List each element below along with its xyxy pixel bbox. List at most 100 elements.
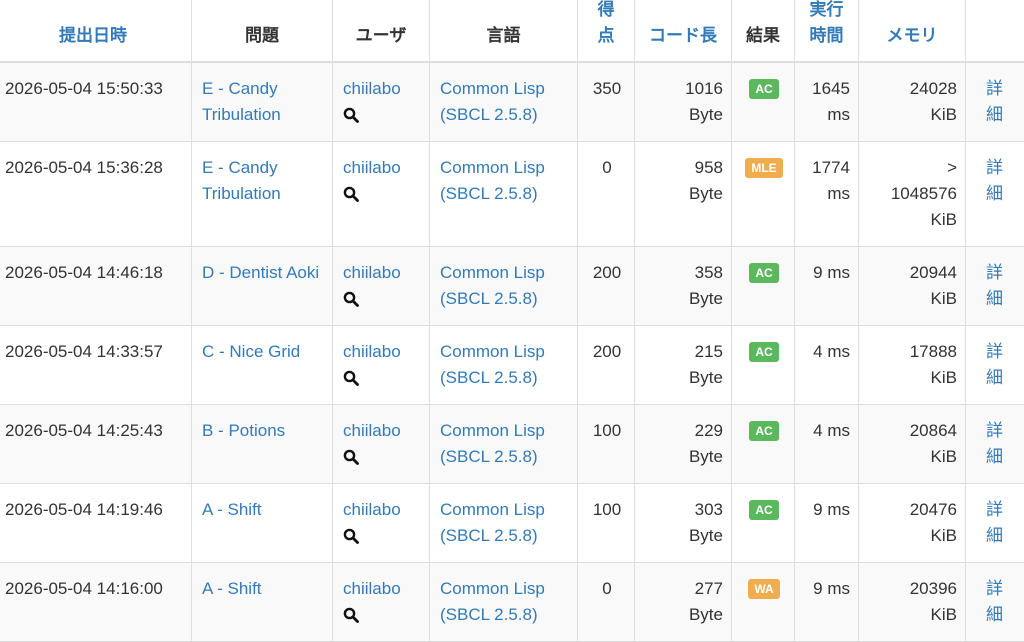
detail-link[interactable]: 詳細 — [986, 579, 1003, 624]
memory-cell: 20944KiB — [859, 247, 966, 326]
search-icon[interactable] — [343, 291, 359, 307]
user-link[interactable]: chiilabo — [343, 79, 401, 98]
search-icon[interactable] — [343, 107, 359, 123]
search-icon[interactable] — [343, 607, 359, 623]
table-row: 2026-05-04 14:19:46 A - Shift chiilabo C… — [0, 484, 1024, 563]
user-link[interactable]: chiilabo — [343, 421, 401, 440]
code-length-cell: 215Byte — [635, 326, 732, 405]
table-row: 2026-05-04 14:46:18 D - Dentist Aoki chi… — [0, 247, 1024, 326]
task-link[interactable]: E - Candy Tribulation — [202, 158, 281, 203]
table-row: 2026-05-04 15:36:28 E - Candy Tribulatio… — [0, 142, 1024, 247]
exec-time-cell: 9 ms — [795, 247, 859, 326]
header-time[interactable]: 実行時間 — [795, 0, 859, 62]
user-cell: chiilabo — [333, 247, 430, 326]
result-cell: AC — [732, 484, 795, 563]
header-date[interactable]: 提出日時 — [0, 0, 192, 62]
search-icon[interactable] — [343, 449, 359, 465]
result-cell: AC — [732, 326, 795, 405]
user-link[interactable]: chiilabo — [343, 579, 401, 598]
score-cell: 100 — [578, 405, 635, 484]
exec-time-cell: 9 ms — [795, 563, 859, 642]
memory-value: 24028 — [910, 79, 957, 98]
code-length-value: 358 — [695, 263, 723, 282]
search-icon[interactable] — [343, 186, 359, 202]
header-score[interactable]: 得点 — [578, 0, 635, 62]
task-cell: E - Candy Tribulation — [192, 142, 333, 247]
result-badge: AC — [749, 342, 778, 362]
task-link[interactable]: D - Dentist Aoki — [202, 263, 319, 282]
user-link[interactable]: chiilabo — [343, 500, 401, 519]
code-length-cell: 303 Byte — [635, 484, 732, 563]
memory-value: 20476 — [910, 500, 957, 519]
user-link[interactable]: chiilabo — [343, 342, 401, 361]
header-task: 問題 — [192, 0, 333, 62]
task-link[interactable]: C - Nice Grid — [202, 342, 300, 361]
code-length-unit: Byte — [689, 526, 723, 545]
language-link[interactable]: Common Lisp (SBCL 2.5.8) — [440, 342, 545, 387]
result-badge: AC — [749, 263, 778, 283]
sort-date-link[interactable]: 提出日時 — [59, 26, 127, 45]
exec-time-value: 9 ms — [813, 579, 850, 598]
sort-memory-link[interactable]: メモリ — [887, 26, 938, 45]
memory-unit: KiB — [931, 526, 957, 545]
language-link[interactable]: Common Lisp (SBCL 2.5.8) — [440, 158, 545, 203]
submissions-table: 提出日時 問題 ユーザ 言語 得点 コード長 結果 実行時間 メモリ 2026-… — [0, 0, 1024, 642]
language-link[interactable]: Common Lisp (SBCL 2.5.8) — [440, 79, 545, 124]
exec-time-cell: 1774ms — [795, 142, 859, 247]
language-link[interactable]: Common Lisp (SBCL 2.5.8) — [440, 500, 545, 545]
detail-cell: 詳細 — [966, 326, 1024, 405]
search-icon[interactable] — [343, 528, 359, 544]
memory-cell: >1048576KiB — [859, 142, 966, 247]
memory-cell: 17888 KiB — [859, 326, 966, 405]
code-length-value: 303 — [695, 500, 723, 519]
sort-length-link[interactable]: コード長 — [649, 26, 717, 45]
memory-unit: KiB — [931, 105, 957, 124]
code-length-value: 215 — [695, 342, 723, 361]
header-memory[interactable]: メモリ — [859, 0, 966, 62]
code-length-cell: 277Byte — [635, 563, 732, 642]
exec-time-value: 9 ms — [813, 500, 850, 519]
detail-link[interactable]: 詳細 — [986, 421, 1003, 466]
language-link[interactable]: Common Lisp (SBCL 2.5.8) — [440, 263, 545, 308]
detail-link[interactable]: 詳細 — [986, 500, 1003, 545]
score-cell: 200 — [578, 326, 635, 405]
memory-unit: KiB — [931, 368, 957, 387]
score-cell: 0 — [578, 142, 635, 247]
user-link[interactable]: chiilabo — [343, 263, 401, 282]
sort-score-link[interactable]: 得点 — [598, 0, 615, 45]
memory-value: 1048576 — [891, 184, 957, 203]
code-length-value: 229 — [695, 421, 723, 440]
memory-cell: 20476 KiB — [859, 484, 966, 563]
user-cell: chiilabo — [333, 563, 430, 642]
user-link[interactable]: chiilabo — [343, 158, 401, 177]
header-result: 結果 — [732, 0, 795, 62]
task-link[interactable]: A - Shift — [202, 579, 262, 598]
code-length-unit: Byte — [689, 105, 723, 124]
sort-time-link[interactable]: 実行時間 — [810, 0, 844, 45]
memory-unit: KiB — [931, 605, 957, 624]
memory-value: 17888 — [910, 342, 957, 361]
language-cell: Common Lisp (SBCL 2.5.8) — [430, 326, 578, 405]
search-icon[interactable] — [343, 370, 359, 386]
task-link[interactable]: A - Shift — [202, 500, 262, 519]
detail-link[interactable]: 詳細 — [986, 158, 1003, 203]
memory-prefix: > — [947, 158, 957, 177]
detail-cell: 詳細 — [966, 484, 1024, 563]
language-cell: Common Lisp (SBCL 2.5.8) — [430, 62, 578, 142]
task-link[interactable]: B - Potions — [202, 421, 285, 440]
detail-link[interactable]: 詳細 — [986, 79, 1003, 124]
detail-link[interactable]: 詳細 — [986, 342, 1003, 387]
detail-link[interactable]: 詳細 — [986, 263, 1003, 308]
task-link[interactable]: E - Candy Tribulation — [202, 79, 281, 124]
code-length-cell: 958Byte — [635, 142, 732, 247]
result-cell: MLE — [732, 142, 795, 247]
user-cell: chiilabo — [333, 142, 430, 247]
result-cell: AC — [732, 62, 795, 142]
language-link[interactable]: Common Lisp (SBCL 2.5.8) — [440, 421, 545, 466]
user-cell: chiilabo — [333, 405, 430, 484]
header-code-length[interactable]: コード長 — [635, 0, 732, 62]
submission-date: 2026-05-04 15:36:28 — [0, 142, 192, 247]
language-link[interactable]: Common Lisp (SBCL 2.5.8) — [440, 579, 545, 624]
detail-cell: 詳細 — [966, 62, 1024, 142]
user-cell: chiilabo — [333, 484, 430, 563]
